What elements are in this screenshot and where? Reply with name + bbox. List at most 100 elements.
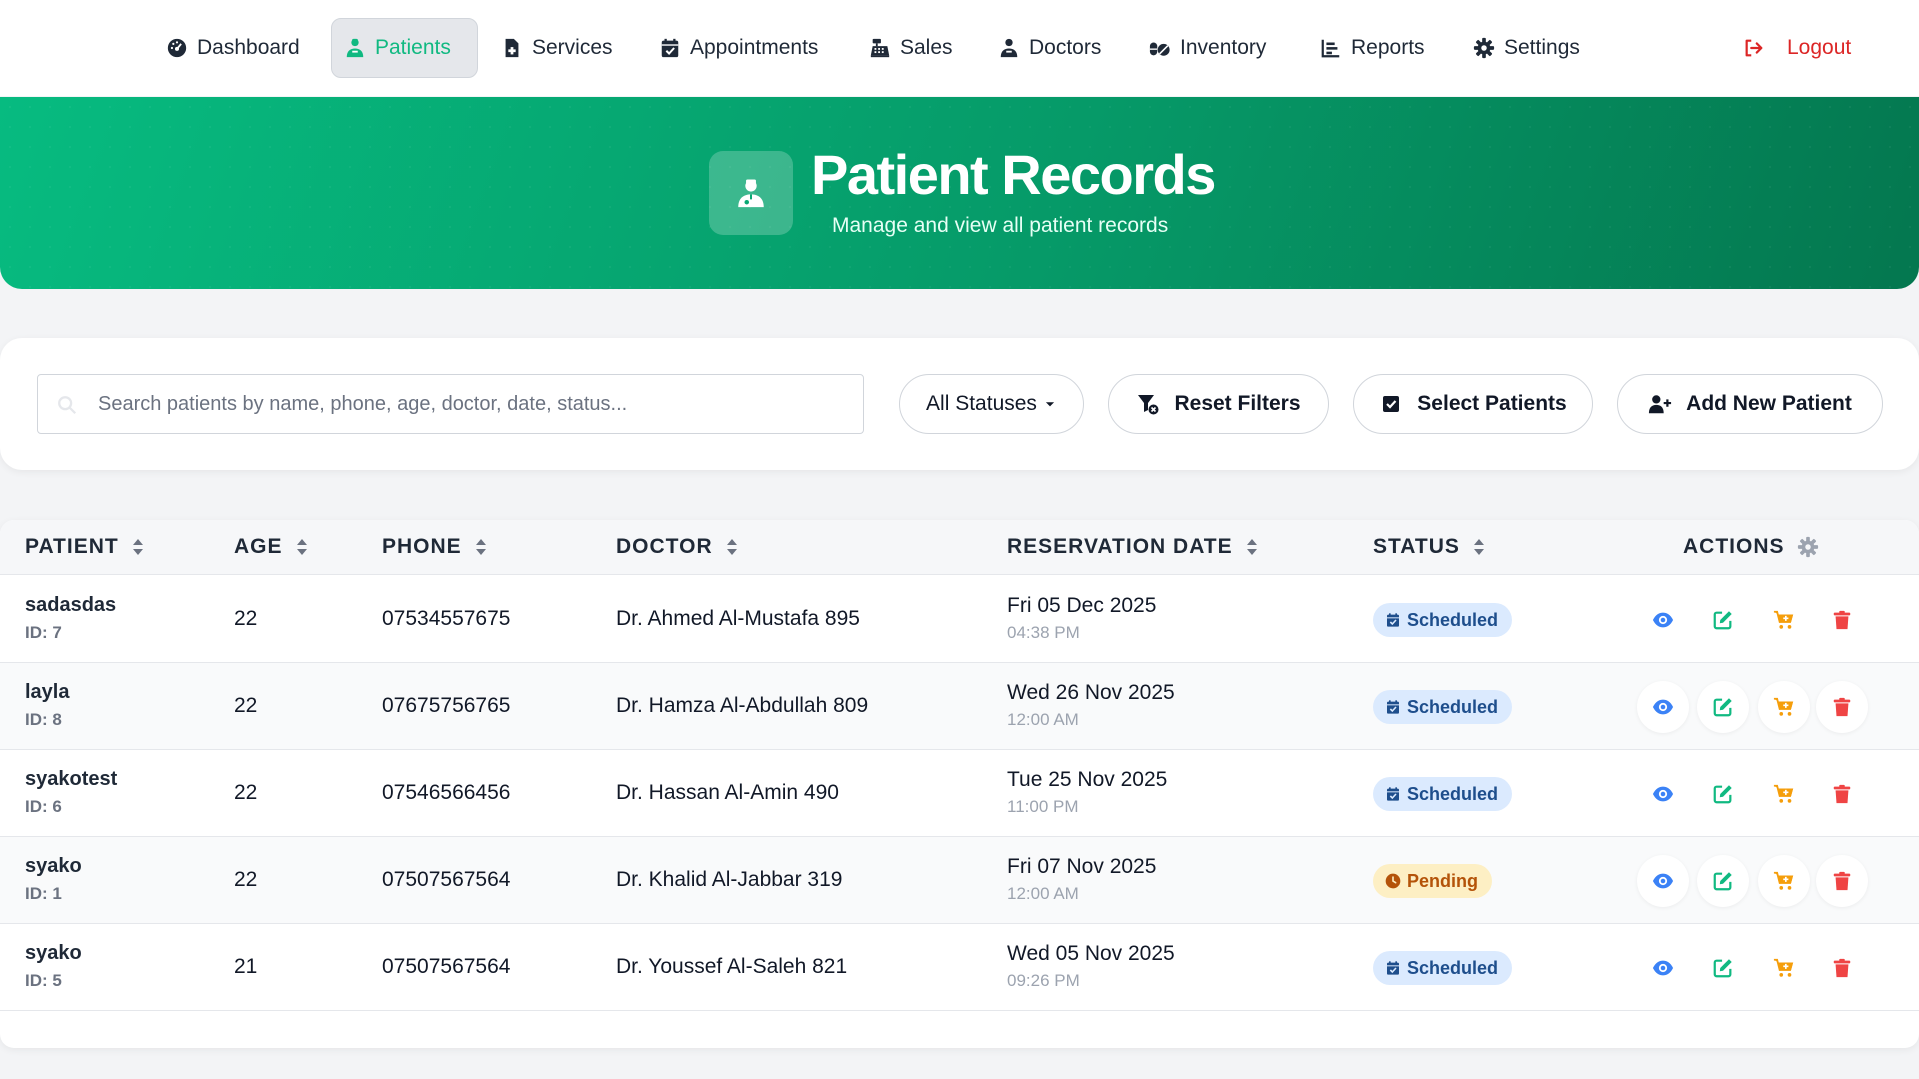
gear-icon[interactable]: [1797, 536, 1819, 558]
nav-dashboard[interactable]: Dashboard: [154, 18, 312, 78]
nav-label: Dashboard: [197, 36, 300, 59]
patient-phone: 07675756765: [382, 694, 511, 717]
nav-label: Doctors: [1029, 36, 1102, 59]
header-label: AGE: [234, 535, 283, 558]
calendar-check-icon: [1387, 961, 1399, 975]
view-patient-button[interactable]: [1637, 768, 1689, 820]
cart-plus-icon: [1773, 958, 1794, 977]
nav-appointments[interactable]: Appointments: [647, 18, 830, 78]
patient-age: 22: [234, 607, 258, 630]
column-header-doctor[interactable]: DOCTOR: [616, 535, 739, 559]
sort-icon: [726, 539, 737, 555]
delete-patient-button[interactable]: [1816, 855, 1868, 907]
page-title: Patient Records: [811, 143, 1216, 206]
status-badge: Scheduled: [1373, 951, 1513, 985]
calendar-check-icon: [1387, 787, 1399, 801]
sort-icon: [296, 539, 307, 555]
add-sale-button[interactable]: [1758, 855, 1810, 907]
delete-patient-button[interactable]: [1816, 768, 1868, 820]
edit-patient-button[interactable]: [1697, 594, 1749, 646]
patient-name[interactable]: syako: [25, 855, 82, 878]
patient-name[interactable]: sadasdas: [25, 594, 116, 617]
patient-name[interactable]: syakotest: [25, 768, 117, 791]
pills-icon: [1149, 42, 1170, 56]
patient-doctor: Dr. Hassan Al-Amin 490: [616, 781, 839, 804]
edit-patient-button[interactable]: [1697, 768, 1749, 820]
nav-label: Appointments: [690, 36, 819, 59]
reservation-date: Fri 05 Dec 2025: [1007, 594, 1157, 617]
edit-patient-button[interactable]: [1697, 681, 1749, 733]
patient-doctor: Dr. Ahmed Al-Mustafa 895: [616, 607, 860, 630]
cart-plus-icon: [1773, 784, 1794, 803]
calendar-check-icon: [1387, 700, 1399, 714]
table-row[interactable]: layla ID: 8 22 07675756765 Dr. Hamza Al-Abdu…: [0, 663, 1919, 750]
column-header-reservation-date[interactable]: RESERVATION DATE: [1007, 535, 1259, 559]
nav-doctors[interactable]: Doctors: [986, 18, 1113, 78]
nav-inventory[interactable]: Inventory: [1137, 18, 1278, 78]
reservation-time: 12:00 AM: [1007, 710, 1079, 729]
status-label: Scheduled: [1407, 957, 1499, 978]
eye-icon: [1652, 786, 1674, 802]
reservation-time: 09:26 PM: [1007, 971, 1080, 990]
search-icon: [58, 396, 77, 415]
add-sale-button[interactable]: [1758, 594, 1810, 646]
delete-patient-button[interactable]: [1816, 942, 1868, 994]
edit-patient-button[interactable]: [1697, 942, 1749, 994]
edit-patient-button[interactable]: [1697, 855, 1749, 907]
nav-label: Reports: [1351, 36, 1425, 59]
delete-patient-button[interactable]: [1816, 594, 1868, 646]
view-patient-button[interactable]: [1637, 681, 1689, 733]
table-row[interactable]: sadasdas ID: 7 22 07534557675 Dr. Ahmed Al-M…: [0, 576, 1919, 663]
nav-patients[interactable]: Patients: [331, 18, 478, 78]
edit-icon: [1713, 785, 1732, 804]
status-badge: Scheduled: [1373, 603, 1513, 637]
logout-button[interactable]: Logout: [1731, 18, 1863, 78]
eye-icon: [1652, 960, 1674, 976]
patient-name[interactable]: syako: [25, 942, 82, 965]
gear-icon: [1473, 37, 1495, 59]
nav-settings[interactable]: Settings: [1461, 18, 1592, 78]
search-input[interactable]: [98, 375, 848, 433]
view-patient-button[interactable]: [1637, 942, 1689, 994]
add-sale-button[interactable]: [1758, 768, 1810, 820]
square-check-icon: [1383, 396, 1400, 412]
edit-icon: [1713, 872, 1732, 891]
status-filter-select[interactable]: All Statuses: [899, 374, 1084, 434]
add-sale-button[interactable]: [1758, 681, 1810, 733]
column-header-actions: ACTIONS: [1683, 535, 1819, 559]
reservation-time: 12:00 AM: [1007, 884, 1079, 903]
reservation-date: Wed 26 Nov 2025: [1007, 681, 1175, 704]
nav-sales[interactable]: Sales: [857, 18, 965, 78]
table-row[interactable]: syako ID: 5 21 07507567564 Dr. Youssef Al-Sa…: [0, 924, 1919, 1011]
view-patient-button[interactable]: [1637, 594, 1689, 646]
table-row[interactable]: syako ID: 1 22 07507567564 Dr. Khalid Al-Jab…: [0, 837, 1919, 924]
cart-plus-icon: [1773, 697, 1794, 716]
edit-icon: [1713, 959, 1732, 978]
logout-icon: [1745, 39, 1763, 57]
sort-icon: [475, 539, 486, 555]
delete-patient-button[interactable]: [1816, 681, 1868, 733]
patient-name[interactable]: layla: [25, 681, 69, 704]
logout-label: Logout: [1787, 36, 1852, 59]
nav-services[interactable]: Services: [489, 18, 625, 78]
view-patient-button[interactable]: [1637, 855, 1689, 907]
reservation-date: Fri 07 Nov 2025: [1007, 855, 1157, 878]
column-header-phone[interactable]: PHONE: [382, 535, 488, 559]
column-header-patient[interactable]: PATIENT: [25, 535, 145, 559]
nav-label: Sales: [900, 36, 953, 59]
column-header-age[interactable]: AGE: [234, 535, 309, 559]
sort-icon: [132, 539, 143, 555]
table-row[interactable]: syakotest ID: 6 22 07546566456 Dr. Hassan Al…: [0, 750, 1919, 837]
cart-plus-icon: [1773, 610, 1794, 629]
reset-filters-label: Reset Filters: [1174, 392, 1301, 415]
trash-icon: [1833, 784, 1851, 804]
add-sale-button[interactable]: [1758, 942, 1810, 994]
nav-reports[interactable]: Reports: [1308, 18, 1437, 78]
select-patients-button[interactable]: Select Patients: [1353, 374, 1593, 434]
reset-filters-button[interactable]: Reset Filters: [1108, 374, 1329, 434]
add-new-patient-button[interactable]: Add New Patient: [1617, 374, 1883, 434]
patient-id: ID: 5: [25, 971, 62, 990]
patient-phone: 07534557675: [382, 607, 511, 630]
column-header-status[interactable]: STATUS: [1373, 535, 1486, 559]
status-label: Scheduled: [1407, 609, 1499, 630]
